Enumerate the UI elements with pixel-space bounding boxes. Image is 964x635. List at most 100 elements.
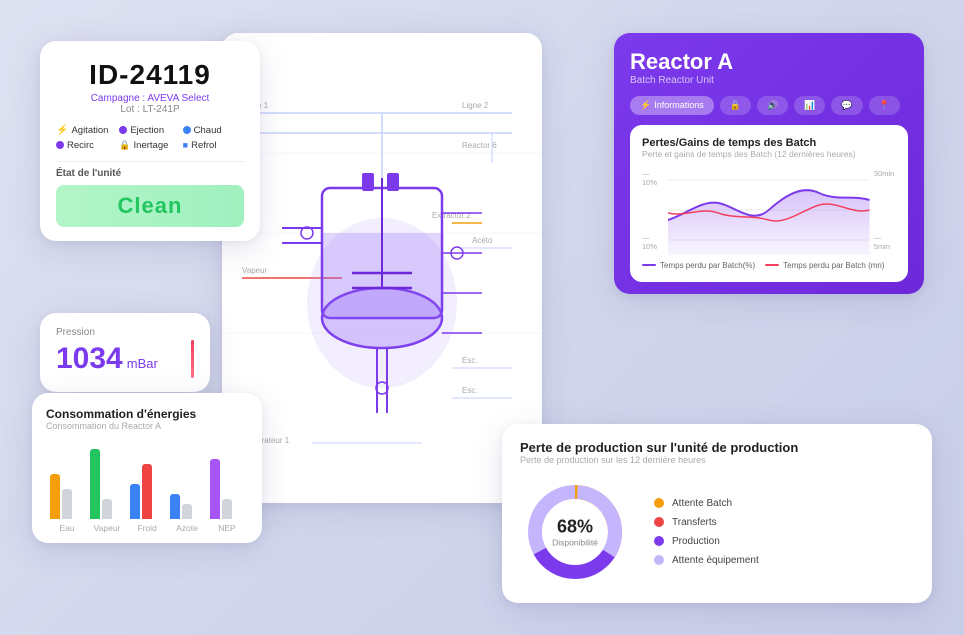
svg-text:Ligne 2: Ligne 2: [462, 101, 489, 110]
legend-line-red: [765, 264, 779, 266]
sound-tab-icon: 🔊: [767, 100, 778, 111]
y-label-bottom-left: —10%: [642, 233, 664, 251]
etat-label: État de l'unité: [56, 168, 244, 179]
production-content: 68% Disponibilité Attente Batch Transfer…: [520, 477, 914, 587]
donut-chart: 68% Disponibilité: [520, 477, 630, 587]
legend-label-pct: Temps perdu par Batch(%): [660, 261, 755, 270]
reactor-a-card: Reactor A Batch Reactor Unit ⚡ Informati…: [614, 33, 924, 294]
bar-vapeur-2: [102, 499, 112, 519]
donut-label: 68% Disponibilité: [552, 516, 598, 547]
tab-chart[interactable]: 📊: [794, 96, 825, 115]
tag-ejection: Ejection: [119, 125, 180, 136]
donut-percentage: 68%: [552, 516, 598, 537]
label-attente-equipement: Attente équipement: [672, 555, 759, 566]
y-label-bottom-right: —5min: [874, 233, 896, 251]
dot-icon: [56, 141, 64, 149]
dot-icon: [119, 126, 127, 134]
batch-subtitle: Perte et gains de temps des Batch (12 de…: [642, 149, 896, 159]
production-legend: Attente Batch Transferts Production Atte…: [654, 498, 759, 566]
id-campaign: Campagne : AVEVA Select: [56, 93, 244, 104]
pressure-unit: mBar: [127, 356, 158, 371]
label-production: Production: [672, 536, 720, 547]
label-froid: Froid: [130, 523, 164, 533]
bar-group-eau: [50, 474, 84, 519]
dot-icon: [183, 126, 191, 134]
dot-production: [654, 536, 664, 546]
tag-inertage: 🔒 Inertage: [119, 140, 180, 151]
energy-card: Consommation d'énergies Consommation du …: [32, 393, 262, 543]
divider: [56, 161, 244, 162]
tab-informations[interactable]: ⚡ Informations: [630, 96, 714, 115]
lightning-tab-icon: ⚡: [640, 100, 651, 111]
pressure-value: 1034 mBar: [56, 342, 158, 376]
legend-item-mn: Temps perdu par Batch (mn): [765, 261, 884, 270]
tag-chaud: Chaud: [183, 125, 244, 136]
tab-location[interactable]: 📍: [869, 96, 900, 115]
label-vapeur: Vapeur: [90, 523, 124, 533]
label-eau: Eau: [50, 523, 84, 533]
bar-azote-2: [182, 504, 192, 519]
legend-line-purple: [642, 264, 656, 266]
square-icon: ■: [183, 140, 188, 150]
legend-attente-equipement: Attente équipement: [654, 555, 759, 566]
legend-attente-batch: Attente Batch: [654, 498, 759, 509]
bar-froid-1: [130, 484, 140, 519]
pressure-label: Pression: [56, 327, 194, 338]
energy-subtitle: Consommation du Reactor A: [46, 421, 248, 431]
tab-message[interactable]: 💬: [831, 96, 862, 115]
legend-label-mn: Temps perdu par Batch (mn): [783, 261, 884, 270]
bar-group-azote: [170, 494, 204, 519]
dot-transferts: [654, 517, 664, 527]
bar-nep-2: [222, 499, 232, 519]
bar-group-froid: [130, 464, 164, 519]
legend-production: Production: [654, 536, 759, 547]
tab-sound[interactable]: 🔊: [757, 96, 788, 115]
y-label-top-left: —10%: [642, 169, 664, 187]
donut-text: Disponibilité: [552, 537, 598, 547]
bar-group-vapeur: [90, 449, 124, 519]
clean-button[interactable]: Clean: [56, 185, 244, 227]
legend-transferts: Transferts: [654, 517, 759, 528]
reactor-diagram-card: Ligne 1 Ligne 2 Reactor 6 Extractor 2 Ac…: [222, 33, 542, 503]
location-tab-icon: 📍: [879, 100, 890, 111]
dot-attente-equipement: [654, 555, 664, 565]
id-lot: Lot : LT-241P: [56, 104, 244, 115]
bar-group-nep: [210, 459, 244, 519]
bar-froid-2: [142, 464, 152, 519]
lightning-icon: ⚡: [56, 125, 68, 136]
message-tab-icon: 💬: [841, 100, 852, 111]
tag-recirc: Recirc: [56, 140, 117, 151]
reactor-a-subtitle: Batch Reactor Unit: [630, 75, 908, 86]
production-card: Perte de production sur l'unité de produ…: [502, 424, 932, 603]
tab-lock[interactable]: 🔒: [720, 96, 751, 115]
label-transferts: Transferts: [672, 517, 717, 528]
production-subtitle: Perte de production sur les 12 dernière …: [520, 455, 914, 465]
bar-chart: [46, 439, 248, 519]
label-attente-batch: Attente Batch: [672, 498, 732, 509]
scene: Ligne 1 Ligne 2 Reactor 6 Extractor 2 Ac…: [22, 23, 942, 613]
svg-text:Vapeur: Vapeur: [242, 266, 268, 275]
pressure-bar: [191, 340, 194, 378]
svg-text:Esc.: Esc.: [462, 356, 478, 365]
label-nep: NEP: [210, 523, 244, 533]
pressure-card: Pression 1034 mBar: [40, 313, 210, 392]
chart-tab-icon: 📊: [804, 100, 815, 111]
svg-text:Acéto: Acéto: [472, 236, 493, 245]
id-card: ID-24119 Campagne : AVEVA Select Lot : L…: [40, 41, 260, 241]
bar-azote-1: [170, 494, 180, 519]
batch-title: Pertes/Gains de temps des Batch: [642, 137, 896, 149]
y-axis-left: —10% —10%: [642, 165, 664, 255]
batch-legend: Temps perdu par Batch(%) Temps perdu par…: [642, 261, 896, 270]
y-axis-right: 30min —5min: [874, 165, 896, 255]
legend-item-pct: Temps perdu par Batch(%): [642, 261, 755, 270]
id-tags: ⚡ Agitation Ejection Chaud Recirc 🔒 Iner…: [56, 125, 244, 151]
bar-eau-2: [62, 489, 72, 519]
y-label-top-right: 30min: [874, 169, 896, 178]
lock-icon: 🔒: [119, 140, 130, 151]
batch-chart-wrapper: —10% —10%: [642, 165, 896, 255]
tag-refrol: ■ Refrol: [183, 140, 244, 151]
dot-attente-batch: [654, 498, 664, 508]
energy-title: Consommation d'énergies: [46, 407, 248, 421]
batch-chart-card: Pertes/Gains de temps des Batch Perte et…: [630, 125, 908, 282]
svg-text:Esc.: Esc.: [462, 386, 478, 395]
